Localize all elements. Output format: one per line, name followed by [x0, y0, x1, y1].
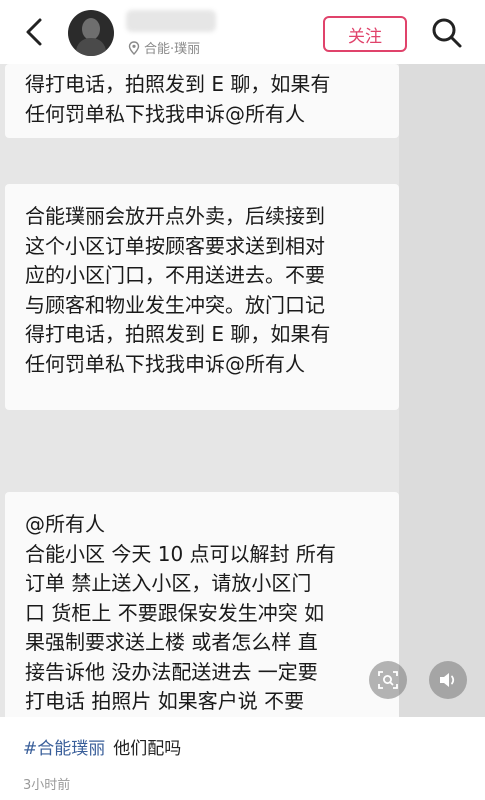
message-line: @所有人 [25, 512, 105, 536]
top-bar: 合能·璞丽 关注 [0, 0, 485, 64]
message-bubble-2: 合能璞丽会放开点外卖，后续接到 这个小区订单按顾客要求送到相对 应的小区门口，不… [5, 184, 399, 410]
message-line: 合能小区 今天 10 点可以解封 所有 [25, 541, 336, 566]
message-bubble-1: 得打电话，拍照发到 E 聊，如果有 任何罚单私下找我申诉@所有人 [5, 64, 399, 138]
image-search-button[interactable] [369, 661, 407, 699]
speaker-icon [440, 673, 455, 687]
post-caption: #合能璞丽 他们配吗 [23, 734, 181, 759]
message-line: 果强制要求送上楼 或者怎么样 直 [25, 630, 318, 654]
message-line: 订单 禁止送入小区，请放小区门 [25, 571, 312, 595]
post-image[interactable]: 得打电话，拍照发到 E 聊，如果有 任何罚单私下找我申诉@所有人 合能璞丽会放开… [0, 64, 485, 717]
location-label: 合能·璞丽 [144, 42, 201, 57]
caption-text: 他们配吗 [113, 739, 182, 759]
message-line: 任何罚单私下找我申诉@所有人 [25, 101, 305, 126]
sound-button[interactable] [429, 661, 467, 699]
location-row: 合能·璞丽 [128, 38, 200, 57]
username-blurred[interactable] [126, 10, 216, 32]
message-line: 打电话 拍照片 如果客户说 不要 [25, 689, 305, 713]
message-line: 合能璞丽会放开点外卖，后续接到 [25, 204, 325, 228]
image-search-icon [378, 671, 398, 689]
back-arrow-icon[interactable] [20, 14, 50, 50]
message-line: 与顾客和物业发生冲突。放门口记 [25, 292, 325, 317]
message-line: 得打电话，拍照发到 E 聊，如果有 [25, 322, 331, 346]
post-time: 3小时前 [23, 778, 71, 793]
avatar[interactable] [68, 10, 114, 56]
message-line: 任何罚单私下找我申诉@所有人 [25, 351, 305, 376]
hashtag-link[interactable]: #合能璞丽 [23, 739, 105, 759]
image-background [399, 64, 485, 717]
message-bubble-3: @所有人 合能小区 今天 10 点可以解封 所有 订单 禁止送入小区，请放小区门… [5, 492, 399, 717]
message-line: 接告诉他 没办法配送进去 一定要 [25, 659, 318, 684]
message-line: 应的小区门口，不用送进去。不要 [25, 263, 325, 287]
follow-button[interactable]: 关注 [323, 16, 407, 52]
location-pin-icon [128, 40, 140, 55]
search-icon[interactable] [430, 16, 464, 50]
message-line: 这个小区订单按顾客要求送到相对 [25, 233, 325, 258]
message-line: 得打电话，拍照发到 E 聊，如果有 [25, 72, 331, 96]
message-line: 口 货柜上 不要跟保安发生冲突 如 [25, 600, 325, 625]
